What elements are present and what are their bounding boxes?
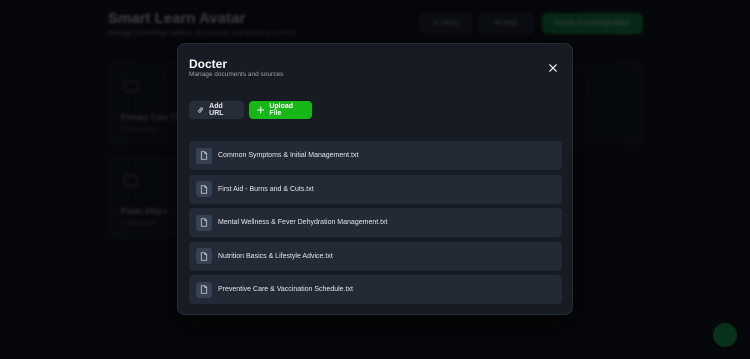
file-item[interactable]: Mental Wellness & Fever Dehydration Mana… (189, 208, 562, 238)
document-icon (196, 181, 212, 198)
file-item[interactable]: Preventive Care & Vaccination Schedule.t… (189, 275, 562, 305)
add-url-label: Add URL (209, 103, 224, 117)
file-name: Mental Wellness & Fever Dehydration Mana… (218, 219, 388, 227)
modal-subtitle: Manage documents and sources (189, 71, 284, 78)
file-name: Nutrition Basics & Lifestyle Advice.txt (218, 252, 333, 260)
plus-icon (257, 106, 265, 114)
document-icon (196, 281, 212, 298)
documents-modal: Docter Manage documents and sources Add … (177, 43, 573, 315)
file-list: Common Symptoms & Initial Management.txt… (189, 141, 562, 309)
file-name: First Aid - Burns and & Cuts.txt (218, 185, 314, 193)
file-item[interactable]: First Aid - Burns and & Cuts.txt (189, 174, 562, 204)
file-name: Common Symptoms & Initial Management.txt (218, 152, 359, 159)
file-item[interactable]: Nutrition Basics & Lifestyle Advice.txt (189, 241, 562, 271)
link-icon (198, 107, 203, 113)
document-icon (196, 248, 212, 265)
document-icon (196, 214, 212, 231)
add-url-button[interactable]: Add URL (189, 101, 244, 119)
close-button[interactable] (546, 61, 560, 75)
file-name: Preventive Care & Vaccination Schedule.t… (218, 286, 353, 294)
file-item[interactable]: Common Symptoms & Initial Management.txt (189, 141, 562, 170)
modal-title: Docter (189, 57, 228, 71)
upload-file-label: Upload File (269, 103, 294, 117)
document-icon (196, 147, 212, 164)
upload-file-button[interactable]: Upload File (249, 101, 312, 119)
close-icon (549, 64, 557, 72)
